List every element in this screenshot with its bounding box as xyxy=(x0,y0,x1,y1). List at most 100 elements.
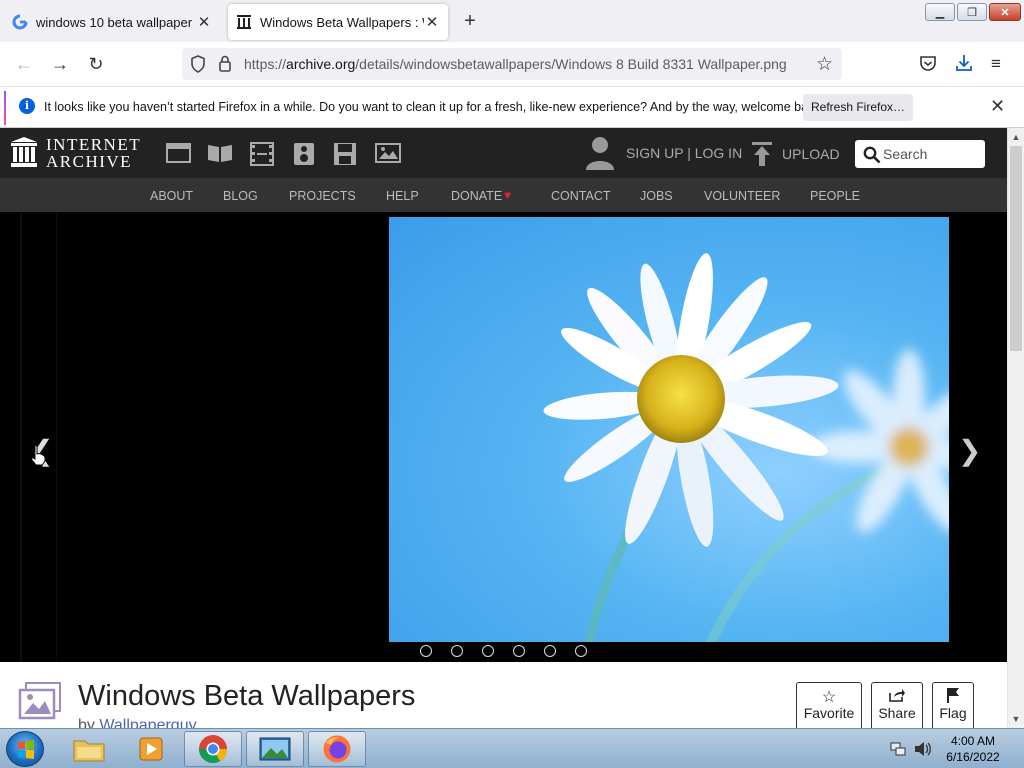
carousel-dot[interactable] xyxy=(420,645,432,657)
tab-internet-archive[interactable]: Windows Beta Wallpapers : Wall ✕ xyxy=(228,4,448,40)
nav-jobs[interactable]: JOBS xyxy=(640,189,673,203)
flag-icon xyxy=(933,683,973,705)
clock-time: 4:00 AM xyxy=(950,734,996,748)
media-player-icon xyxy=(139,737,163,761)
firefox-notification-bar: i It looks like you haven’t started Fire… xyxy=(0,86,1024,128)
software-icon[interactable] xyxy=(333,142,359,165)
upload-label: UPLOAD xyxy=(782,146,840,162)
downloads-icon[interactable] xyxy=(955,54,973,77)
nav-blog[interactable]: BLOG xyxy=(223,189,258,203)
nav-about[interactable]: ABOUT xyxy=(150,189,193,203)
url-scheme: https:// xyxy=(244,56,287,72)
new-tab-button[interactable]: + xyxy=(458,10,482,34)
carousel-dot[interactable] xyxy=(544,645,556,657)
restore-icon[interactable]: ❐ xyxy=(957,3,987,21)
tab-title: windows 10 beta wallpaper - Go xyxy=(36,14,196,30)
forward-icon[interactable]: → xyxy=(48,52,72,76)
shield-icon[interactable] xyxy=(190,55,206,78)
scrollbar-thumb[interactable] xyxy=(1010,146,1022,351)
browser-tab-bar: windows 10 beta wallpaper - Go ✕ Windows… xyxy=(0,0,1024,42)
system-clock[interactable]: 4:00 AM 6/16/2022 xyxy=(930,733,1016,765)
close-tab-icon[interactable]: ✕ xyxy=(424,13,440,31)
vertical-scrollbar[interactable]: ▲ ▼ xyxy=(1007,128,1024,728)
close-window-icon[interactable]: ✕ xyxy=(989,3,1021,21)
photo-viewer-icon xyxy=(259,737,291,761)
favorite-label: Favorite xyxy=(803,705,855,721)
address-bar[interactable]: https://archive.org/details/windowsbetaw… xyxy=(182,48,842,80)
web-page: INTERNETARCHIVE SIGN UP | LOG IN UPLOAD xyxy=(0,128,1007,728)
author-link[interactable]: Wallpaperguy xyxy=(99,717,196,728)
heart-icon: ♥ xyxy=(504,188,512,202)
taskbar-firefox[interactable] xyxy=(308,731,366,767)
google-icon xyxy=(12,14,28,30)
bookmark-star-icon[interactable]: ☆ xyxy=(816,53,833,76)
url-path: /details/windowsbetawallpapers/Windows 8… xyxy=(355,56,787,72)
upload-link[interactable]: UPLOAD xyxy=(752,142,840,166)
clock-date: 6/16/2022 xyxy=(946,750,1000,764)
nav-help[interactable]: HELP xyxy=(386,189,419,203)
back-icon[interactable]: ← xyxy=(12,52,36,76)
carousel-dot[interactable] xyxy=(513,645,525,657)
favorite-button[interactable]: ☆ Favorite xyxy=(796,682,862,728)
hand-cursor-icon xyxy=(30,444,46,471)
texts-icon[interactable] xyxy=(207,142,233,164)
pocket-icon[interactable] xyxy=(919,55,937,77)
lock-icon[interactable] xyxy=(218,55,232,77)
carousel-dot[interactable] xyxy=(451,645,463,657)
audio-icon[interactable] xyxy=(292,142,318,165)
taskbar-chrome[interactable] xyxy=(184,731,242,767)
notification-accent xyxy=(4,91,6,125)
refresh-firefox-button[interactable]: Refresh Firefox… xyxy=(803,94,913,121)
sign-up-label: SIGN UP | LOG IN xyxy=(626,145,743,161)
viewer-divider xyxy=(20,212,22,662)
item-byline: by Wallpaperguy xyxy=(78,717,197,728)
wallpaper-image[interactable] xyxy=(389,217,949,642)
carousel-dot[interactable] xyxy=(575,645,587,657)
taskbar-media-player[interactable] xyxy=(122,731,180,767)
firefox-icon xyxy=(323,735,351,763)
chevron-right-icon[interactable]: ❯ xyxy=(958,434,981,467)
item-details: Windows Beta Wallpapers by Wallpaperguy … xyxy=(0,662,1007,728)
ia-logo[interactable]: INTERNET ARCHIVE xyxy=(10,136,140,173)
ia-sub-nav: ABOUT BLOG PROJECTS HELP DONATE ♥ CONTAC… xyxy=(0,178,1007,212)
carousel-dot[interactable] xyxy=(482,645,494,657)
share-icon xyxy=(872,683,922,705)
search-input[interactable]: Search xyxy=(855,140,985,168)
browser-toolbar: ← → ↻ https://archive.org/details/window… xyxy=(0,42,1024,86)
reload-icon[interactable]: ↻ xyxy=(84,52,108,76)
chrome-icon xyxy=(199,735,227,763)
url-text[interactable]: https://archive.org/details/windowsbetaw… xyxy=(244,56,787,72)
nav-projects[interactable]: PROJECTS xyxy=(289,189,356,203)
scroll-up-icon[interactable]: ▲ xyxy=(1010,130,1022,144)
share-button[interactable]: Share xyxy=(871,682,923,728)
archive-icon xyxy=(236,14,252,30)
flag-button[interactable]: Flag xyxy=(932,682,974,728)
taskbar-explorer[interactable] xyxy=(60,731,118,767)
daisy-image xyxy=(543,253,949,642)
scroll-down-icon[interactable]: ▼ xyxy=(1010,712,1022,726)
search-icon xyxy=(863,146,881,164)
logo-text: INTERNET ARCHIVE xyxy=(46,135,142,171)
tab-google-search[interactable]: windows 10 beta wallpaper - Go ✕ xyxy=(4,4,220,40)
nav-volunteer[interactable]: VOLUNTEER xyxy=(704,189,780,203)
sign-up-login-link[interactable]: SIGN UP | LOG IN xyxy=(586,136,742,170)
images-icon[interactable] xyxy=(375,142,401,164)
by-label: by xyxy=(78,717,95,728)
nav-people[interactable]: PEOPLE xyxy=(810,189,860,203)
menu-icon[interactable]: ≡ xyxy=(991,54,1001,74)
web-icon[interactable] xyxy=(166,142,192,164)
item-title: Windows Beta Wallpapers xyxy=(78,680,416,712)
nav-donate[interactable]: DONATE xyxy=(451,189,502,203)
image-collection-icon xyxy=(18,682,62,725)
start-button[interactable] xyxy=(6,731,44,767)
taskbar-photo-viewer[interactable] xyxy=(246,731,304,767)
archive-logo-icon xyxy=(11,137,37,167)
close-notification-icon[interactable]: ✕ xyxy=(990,96,1005,117)
image-viewer: ❮ ❯ xyxy=(0,212,1007,662)
video-icon[interactable] xyxy=(249,142,275,166)
nav-contact[interactable]: CONTACT xyxy=(551,189,611,203)
close-tab-icon[interactable]: ✕ xyxy=(196,13,212,31)
network-icon[interactable] xyxy=(890,741,906,762)
viewer-divider xyxy=(56,212,57,662)
minimize-icon[interactable]: ▁ xyxy=(925,3,955,21)
